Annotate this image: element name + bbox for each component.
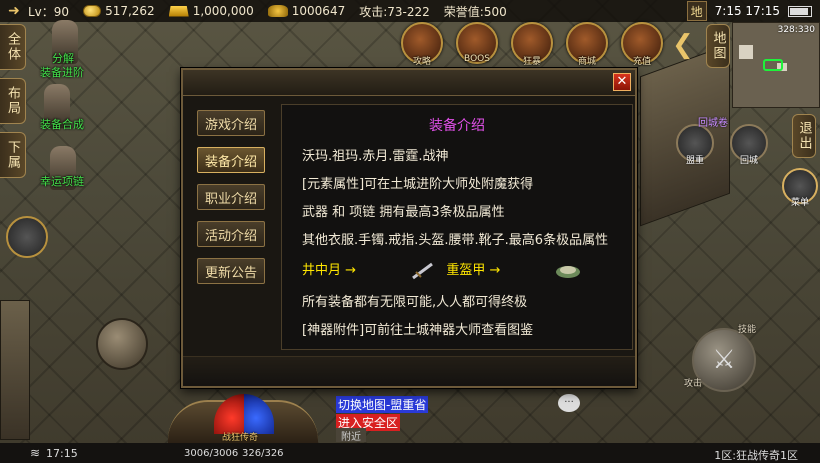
gold-coin-icon <box>83 5 102 17</box>
equipment-synth-link[interactable]: 装备合成 <box>40 116 84 132</box>
tab-equipment-intro[interactable]: 装备介绍 <box>197 147 265 173</box>
chat-bubble-icon[interactable]: ··· <box>558 394 580 412</box>
map-button[interactable]: 地图 <box>706 24 730 68</box>
armor-item-icon[interactable] <box>554 262 582 280</box>
gold-display: 517,262 <box>83 4 155 18</box>
tab-event-intro[interactable]: 活动介绍 <box>197 221 265 247</box>
content-title: 装备介绍 <box>429 118 485 134</box>
strategy-button[interactable]: 攻略 <box>400 22 444 72</box>
level-display: Lv：90 <box>28 4 70 19</box>
sword-icon: ⚔ <box>712 345 736 375</box>
honor-stat: 荣誉值:500 <box>443 4 507 19</box>
content-line: 武器 和 项链 拥有最高3条极品属性 <box>302 205 505 220</box>
menu-button[interactable]: 菜单 <box>782 168 818 208</box>
info-dialog: ✕ 游戏介绍 装备介绍 职业介绍 活动介绍 更新公告 装备介绍 沃玛.祖玛.赤月… <box>181 68 637 388</box>
content-line: 其他衣服.手镯.戒指.头盔.腰带.靴子.最高6条极品属性 <box>302 233 609 248</box>
skill-label: 技能 <box>738 325 757 335</box>
server-name: 1区:狂战传奇1区 <box>714 449 798 462</box>
layout-button[interactable]: 布局 <box>0 78 26 124</box>
collapse-arrow-icon[interactable]: ❮ <box>672 30 694 60</box>
item-row: 井中月 → 重盔甲 → <box>302 259 622 281</box>
clock: 7:15 17:15 <box>714 4 780 18</box>
item-link-armor[interactable]: 重盔甲 → <box>446 263 500 278</box>
battery-icon <box>788 5 812 17</box>
scroll-label: 回城卷 <box>698 118 728 129</box>
subordinate-button[interactable]: 下属 <box>0 132 26 178</box>
expand-arrow-icon[interactable]: ➜ <box>0 0 28 22</box>
equipment-upgrade-link[interactable]: 装备进阶 <box>40 64 84 80</box>
movement-joystick[interactable] <box>96 318 148 370</box>
chat-tab-nearby[interactable]: 附近 <box>336 428 366 443</box>
left-wall <box>0 300 30 440</box>
bottom-clock: 17:15 <box>46 446 78 460</box>
feature-icon-row: 攻略 BOOS 狂暴 商城 充值 <box>400 22 664 72</box>
mp-value: 326/326 <box>242 448 284 459</box>
game-logo-label: 战狂传奇 <box>222 433 259 443</box>
yuanbao-display: 1000647 <box>267 4 345 18</box>
bottom-status-bar: ≋ 17:15 <box>0 443 820 463</box>
hp-value: 3006/3006 <box>184 448 239 459</box>
lucky-necklace-link[interactable]: 幸运项链 <box>40 173 84 189</box>
minimap-coords: 328:330 <box>777 25 815 35</box>
content-line: [神器附件]可前往土城神器大师查看图鉴 <box>302 323 534 338</box>
wifi-icon: ≋ <box>30 446 41 460</box>
content-line: 所有装备都有无限可能,人人都可得终极 <box>302 295 528 310</box>
map-button-top[interactable]: 地 <box>686 1 707 21</box>
dialog-content: 装备介绍 沃玛.祖玛.赤月.雷霆.战神 [元素属性]可在土城进阶大师处附魔获得 … <box>281 104 633 350</box>
player-marker <box>763 59 783 71</box>
recharge-button[interactable]: 充值 <box>620 22 664 72</box>
tab-game-intro[interactable]: 游戏介绍 <box>197 110 265 136</box>
gold-ingot-icon <box>168 5 189 17</box>
exit-button[interactable]: 退出 <box>792 114 816 158</box>
berserk-button[interactable]: 狂暴 <box>510 22 554 72</box>
tab-update-notice[interactable]: 更新公告 <box>197 258 265 284</box>
dialog-footer <box>183 356 635 386</box>
dialog-tabs: 游戏介绍 装备介绍 职业介绍 活动介绍 更新公告 <box>197 110 265 284</box>
item-link-moon[interactable]: 井中月 → <box>302 263 356 278</box>
ingot-display: 1,000,000 <box>168 4 254 18</box>
minimap[interactable]: 328:330 <box>732 22 820 108</box>
gold-pile-icon <box>267 5 288 17</box>
dialog-header: ✕ <box>183 70 635 96</box>
attack-label: 攻击 <box>684 379 703 389</box>
return-city-icon[interactable]: 回城 <box>730 124 768 166</box>
content-line: [元素属性]可在土城进阶大师处附魔获得 <box>302 177 534 192</box>
top-status-bar: ➜ Lv：90 517,262 1,000,000 1000647 攻击:73-… <box>0 0 820 22</box>
shop-button[interactable]: 商城 <box>565 22 609 72</box>
content-line: 沃玛.祖玛.赤月.雷霆.战神 <box>302 149 449 164</box>
all-chat-button[interactable]: 全体 <box>0 24 26 70</box>
chat-message: 切换地图-盟重省 <box>336 396 429 413</box>
mount-skill-icon[interactable]: 盟重 <box>676 124 714 166</box>
attack-stat: 攻击:73-222 <box>359 4 430 19</box>
sword-item-icon[interactable] <box>410 261 436 281</box>
minimap-terrain <box>739 45 753 59</box>
chat-log[interactable]: 切换地图-盟重省 进入安全区 <box>336 396 429 431</box>
helmet-skill-icon[interactable] <box>6 216 48 258</box>
tab-class-intro[interactable]: 职业介绍 <box>197 184 265 210</box>
close-button[interactable]: ✕ <box>613 73 631 91</box>
boss-button[interactable]: BOOS <box>455 22 499 72</box>
